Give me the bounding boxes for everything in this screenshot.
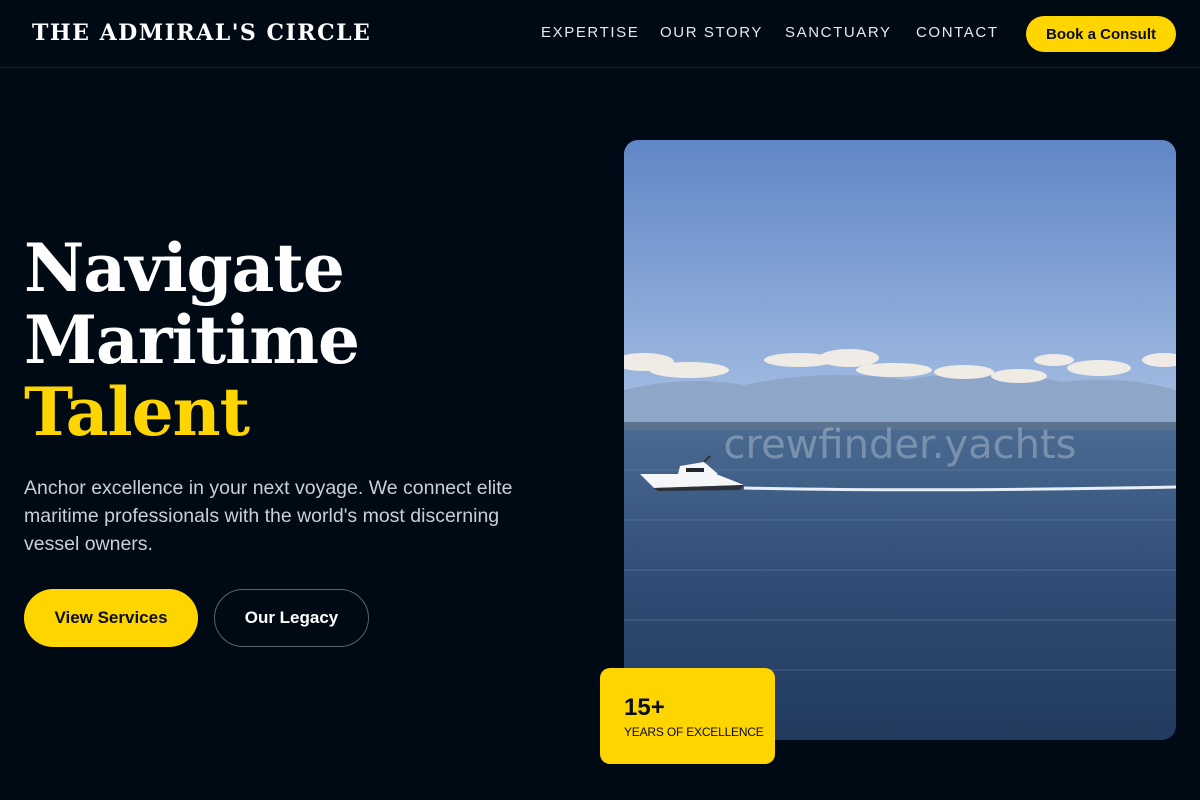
headline-line-1: Navigate — [24, 229, 345, 307]
headline-line-2: Maritime — [24, 301, 360, 379]
brand-logo[interactable]: THE ADMIRAL'S CIRCLE — [32, 20, 371, 46]
badge-number: 15+ — [624, 694, 665, 721]
book-consult-button[interactable]: Book a Consult — [1026, 16, 1176, 52]
experience-badge: 15+ YEARS OF EXCELLENCE — [600, 668, 775, 764]
hero-headline: Navigate Maritime Talent — [24, 229, 360, 451]
headline-accent: Talent — [24, 373, 250, 451]
view-services-button[interactable]: View Services — [24, 589, 198, 647]
hero-description: Anchor excellence in your next voyage. W… — [24, 477, 513, 555]
photo-watermark: crewfinder.yachts — [724, 422, 1077, 468]
site-header: THE ADMIRAL'S CIRCLE EXPERTISE OUR STORY… — [0, 0, 1200, 68]
nav-contact[interactable]: CONTACT — [916, 24, 999, 41]
nav-our-story[interactable]: OUR STORY — [660, 24, 763, 41]
nav-sanctuary[interactable]: SANCTUARY — [785, 24, 892, 41]
our-legacy-button[interactable]: Our Legacy — [214, 589, 369, 647]
nav-expertise[interactable]: EXPERTISE — [541, 24, 639, 41]
hero-yacht-photo: crewfinder.yachts — [624, 140, 1176, 740]
badge-label: YEARS OF EXCELLENCE — [624, 725, 764, 739]
